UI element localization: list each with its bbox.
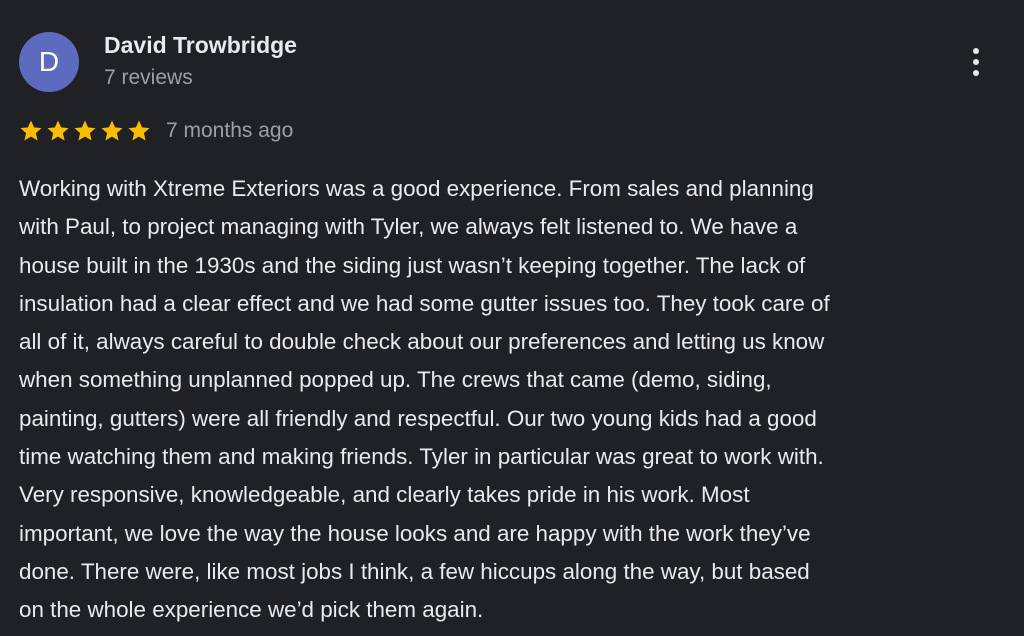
review-text-line: insulation had a clear effect and we had…	[19, 290, 830, 316]
review-text-line: Working with Xtreme Exteriors was a good…	[19, 176, 814, 201]
review-text-line: with Paul, to project managing with Tyle…	[19, 214, 798, 240]
avatar-initial: D	[38, 46, 60, 77]
review-text-line: important, we love the way the house loo…	[19, 520, 811, 546]
review-text-line: on the whole experience we’d pick them a…	[19, 597, 484, 623]
author-name[interactable]: David Trowbridge	[104, 32, 297, 59]
review-count[interactable]: 7 reviews	[104, 66, 193, 90]
star-icon	[101, 120, 123, 141]
star-icon	[128, 120, 150, 141]
more-vert-icon-dot	[973, 70, 979, 76]
review-text-line: done. There were, like most jobs I think…	[19, 558, 810, 584]
more-vert-icon-dot	[973, 59, 979, 65]
avatar[interactable]: D	[19, 32, 79, 92]
review-text: Working with Xtreme Exteriors was a good…	[19, 170, 1009, 630]
review-text-line: painting, gutters) were all friendly and…	[19, 405, 817, 431]
star-icon	[74, 120, 96, 141]
review-text-line: house built in the 1930s and the siding …	[19, 252, 806, 278]
review-text-line: Very responsive, knowledgeable, and clea…	[19, 482, 750, 508]
review-text-line: time watching them and making friends. T…	[19, 444, 824, 470]
rating-row: 7 months ago	[19, 116, 293, 146]
review-card: D David Trowbridge 7 reviews 7 months ag…	[0, 0, 1024, 636]
star-icon	[47, 120, 69, 141]
more-options-button[interactable]	[960, 44, 992, 80]
star-rating	[19, 119, 151, 143]
review-text-line: all of it, always careful to double chec…	[19, 329, 825, 355]
more-vert-icon	[973, 48, 979, 54]
review-date: 7 months ago	[166, 119, 294, 142]
star-icon	[20, 120, 42, 141]
review-text-line: when something unplanned popped up. The …	[19, 367, 772, 393]
